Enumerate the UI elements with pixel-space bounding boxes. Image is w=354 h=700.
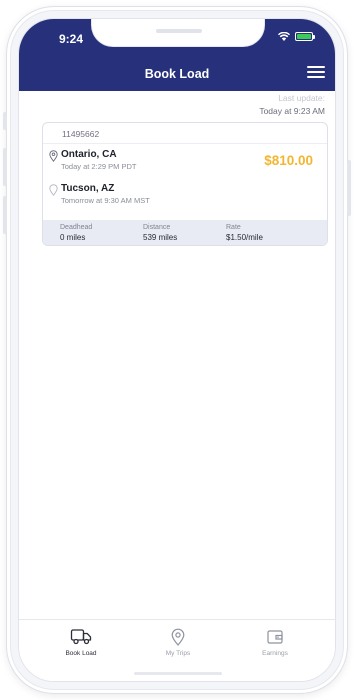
- volume-down-button: [3, 196, 7, 234]
- destination-city: Tucson, AZ: [61, 183, 115, 194]
- load-card[interactable]: 11495662 Ontario, CA Today at 2:29 PM PD…: [42, 122, 328, 246]
- load-stats: Deadhead 0 miles Distance 539 miles Rate…: [43, 220, 327, 245]
- tab-label: Earnings: [262, 650, 288, 657]
- load-price: $810.00: [264, 153, 313, 168]
- stat-deadhead: Deadhead 0 miles: [60, 223, 92, 243]
- page-title: Book Load: [144, 67, 210, 81]
- origin-time: Today at 2:29 PM PDT: [61, 162, 137, 171]
- last-update-label: Last update:: [278, 93, 325, 103]
- stat-label: Deadhead: [60, 224, 93, 231]
- stat-distance: Distance 539 miles: [143, 223, 177, 243]
- last-update: Last update: Today at 9:23 AM: [259, 92, 325, 118]
- stat-rate: Rate $1.50/mile: [226, 223, 263, 243]
- destination-time: Tomorrow at 9:30 AM MST: [61, 196, 150, 205]
- status-time: 9:24: [59, 32, 84, 46]
- tab-my-trips[interactable]: My Trips: [138, 620, 218, 668]
- wifi-icon: [278, 32, 290, 41]
- app-screen: 9:24 Book Load Last update: Today at 9:2…: [18, 18, 336, 682]
- stat-value: 0 miles: [60, 233, 86, 242]
- tab-book-load[interactable]: Book Load: [41, 620, 121, 668]
- stat-value: 539 miles: [143, 233, 178, 242]
- power-button: [347, 160, 351, 216]
- device-notch: [91, 19, 265, 47]
- device-mockup: 9:24 Book Load Last update: Today at 9:2…: [0, 0, 354, 700]
- mute-switch: [3, 112, 7, 130]
- stat-value: $1.50/mile: [226, 233, 263, 242]
- tab-label: My Trips: [165, 650, 191, 657]
- card-divider: [43, 143, 327, 144]
- tab-earnings[interactable]: Earnings: [235, 620, 315, 668]
- origin-city: Ontario, CA: [61, 149, 117, 160]
- wallet-icon: [267, 630, 283, 644]
- tab-label: Book Load: [65, 650, 97, 657]
- load-id: 11495662: [62, 129, 100, 139]
- status-icons: [278, 32, 315, 41]
- map-pin-icon: [49, 184, 58, 196]
- app-header: 9:24 Book Load: [19, 19, 335, 91]
- map-pin-icon: [49, 150, 58, 162]
- battery-icon: [295, 32, 315, 41]
- home-indicator: [134, 672, 222, 675]
- hamburger-menu-icon[interactable]: [307, 65, 325, 79]
- location-pin-icon: [171, 628, 185, 646]
- volume-up-button: [3, 148, 7, 186]
- last-update-value: Today at 9:23 AM: [259, 106, 325, 116]
- truck-icon: [70, 629, 92, 645]
- battery-level: [297, 34, 311, 39]
- stat-label: Rate: [226, 224, 241, 231]
- stat-label: Distance: [143, 224, 171, 231]
- speaker-grille: [156, 29, 202, 33]
